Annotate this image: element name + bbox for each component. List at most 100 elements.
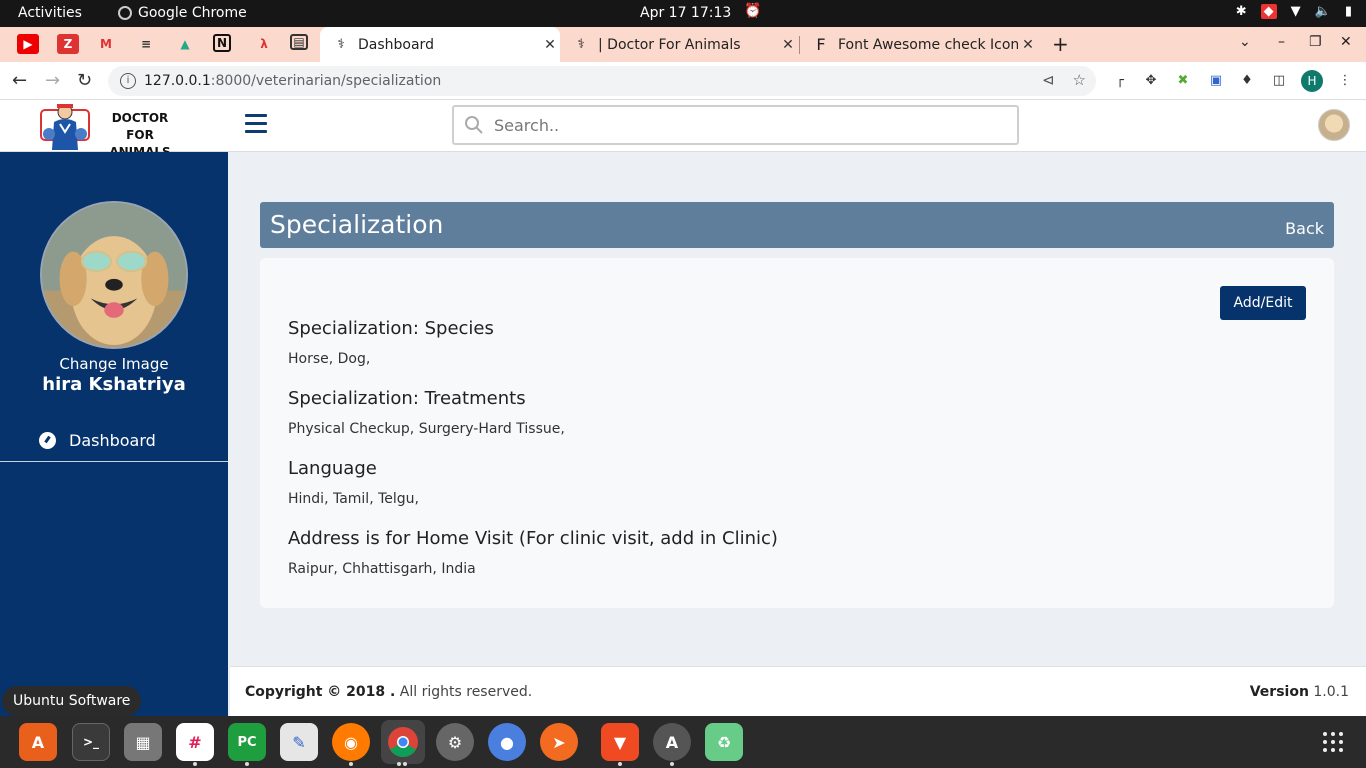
copyright-rest: All rights reserved.: [395, 684, 533, 700]
firefox-icon[interactable]: ◉: [332, 723, 370, 761]
alarm-icon: ⏰: [744, 3, 762, 19]
profile-avatar[interactable]: H: [1301, 70, 1323, 92]
extension-icon-3[interactable]: ▣: [1207, 71, 1225, 89]
reload-icon[interactable]: ↻: [77, 70, 92, 91]
close-tab-icon[interactable]: ✕: [778, 37, 798, 53]
pycharm-icon[interactable]: PC: [228, 723, 266, 761]
address-bar[interactable]: i 127.0.0.1:8000/veterinarian/specializa…: [108, 66, 1096, 96]
doctor-favicon-icon: ⚕: [577, 37, 585, 52]
show-applications-icon[interactable]: [1323, 732, 1343, 752]
gmail-pinned-icon[interactable]: M: [95, 34, 117, 54]
postman-icon[interactable]: ➤: [540, 723, 578, 761]
search-box: [452, 105, 1019, 145]
move-extension-icon[interactable]: ✥: [1142, 71, 1160, 89]
settings-gear-icon[interactable]: ⚙: [436, 723, 474, 761]
back-link[interactable]: Back: [1285, 219, 1324, 238]
site-header: DOCTOR FOR ANIMALS: [0, 100, 1366, 159]
forward-arrow-icon[interactable]: →: [45, 70, 60, 91]
drive-pinned-icon[interactable]: ▲: [174, 34, 196, 54]
close-window-button[interactable]: ✕: [1340, 34, 1352, 50]
site-info-icon[interactable]: i: [120, 73, 136, 89]
app-name: Google Chrome: [138, 5, 247, 21]
extensions-puzzle-icon[interactable]: ♦: [1238, 71, 1256, 89]
running-indicator: [670, 762, 674, 766]
back-arrow-icon[interactable]: ←: [12, 70, 27, 91]
specialization-card: Add/Edit Specialization: Species Horse, …: [260, 258, 1334, 608]
terminal-icon[interactable]: >_: [72, 723, 110, 761]
copyright-bold: Copyright © 2018 .: [245, 684, 396, 700]
sidebar-item-dashboard[interactable]: Dashboard: [0, 420, 228, 462]
pinned-tab-icon[interactable]: ≡: [135, 34, 157, 54]
extension-icon-1[interactable]: ┌: [1111, 71, 1129, 89]
sidebar-item-label: Dashboard: [69, 431, 156, 450]
doctor-favicon-icon: ⚕: [337, 37, 345, 52]
reader-pinned-icon[interactable]: ▤: [290, 34, 308, 50]
close-tab-icon[interactable]: ✕: [1018, 37, 1038, 53]
version-label: Version: [1249, 684, 1309, 700]
running-indicator: [193, 762, 197, 766]
tab-title: Font Awesome check Icon: [838, 36, 1018, 53]
brand-line-1: DOCTOR FOR: [111, 111, 169, 142]
tab-search-icon[interactable]: ⌄: [1239, 34, 1251, 50]
chrome-app-icon: [118, 6, 132, 20]
running-indicator: [349, 762, 353, 766]
user-avatar[interactable]: [1318, 109, 1350, 141]
extension-icon-2[interactable]: ✖: [1174, 71, 1192, 89]
ubuntu-software-icon[interactable]: A: [19, 723, 57, 761]
volume-icon[interactable]: 🔈: [1315, 4, 1331, 19]
bookmark-star-icon[interactable]: ☆: [1073, 71, 1086, 89]
minimize-button[interactable]: –: [1278, 34, 1285, 50]
species-heading: Specialization: Species: [288, 318, 494, 339]
user-name: hira Kshatriya: [42, 374, 186, 395]
close-tab-icon[interactable]: ✕: [540, 37, 560, 53]
tab-font-awesome[interactable]: F Font Awesome check Icon ✕: [800, 27, 1038, 62]
tab-doctor-for-animals[interactable]: ⚕ | Doctor For Animals ✕: [560, 27, 798, 62]
doctor-for-animals-logo[interactable]: [40, 102, 90, 150]
sidebar-toggle-icon[interactable]: [245, 114, 267, 134]
app-menu[interactable]: Google Chrome: [118, 5, 247, 21]
chrome-menu-icon[interactable]: ⋮: [1336, 71, 1354, 89]
chrome-icon[interactable]: [381, 720, 425, 764]
wifi-icon[interactable]: ▼: [1291, 4, 1301, 19]
tab-title: | Doctor For Animals: [598, 36, 741, 53]
new-tab-button[interactable]: +: [1052, 32, 1069, 56]
address-value: Raipur, Chhattisgarh, India: [288, 561, 476, 577]
side-panel-icon[interactable]: ◫: [1270, 71, 1288, 89]
system-tray[interactable]: ✱ ◆ ▼ 🔈 ▮: [1236, 4, 1352, 19]
font-awesome-favicon-icon: F: [816, 35, 826, 54]
remote-desktop-icon[interactable]: ●: [488, 723, 526, 761]
activities-button[interactable]: Activities: [18, 5, 82, 21]
add-edit-button[interactable]: Add/Edit: [1220, 286, 1306, 320]
chrome-logo-icon: [388, 727, 418, 758]
running-indicator: [618, 762, 622, 766]
trash-icon[interactable]: ♻: [705, 723, 743, 761]
version-value: 1.0.1: [1308, 684, 1349, 700]
change-image-link[interactable]: Change Image: [0, 355, 228, 373]
language-heading: Language: [288, 458, 377, 479]
page-header-bar: Specialization Back: [260, 202, 1334, 248]
anydesk-tray-icon[interactable]: ◆: [1260, 4, 1277, 19]
slack-tray-icon[interactable]: ✱: [1236, 4, 1247, 19]
page-title: Specialization: [270, 210, 444, 239]
web-page: DOCTOR FOR ANIMALS Change Image hir: [0, 100, 1366, 716]
language-value: Hindi, Tamil, Telgu,: [288, 491, 419, 507]
text-editor-icon[interactable]: ✎: [280, 723, 318, 761]
running-indicator: [245, 762, 249, 766]
tab-dashboard[interactable]: ⚕ Dashboard ✕: [320, 27, 560, 62]
brave-icon[interactable]: ▼: [601, 723, 639, 761]
search-icon: [465, 116, 483, 134]
search-input[interactable]: [494, 115, 994, 135]
share-icon[interactable]: ⊲: [1042, 71, 1055, 89]
pinned-tab-icon-2[interactable]: λ: [253, 34, 275, 54]
profile-photo[interactable]: [40, 201, 188, 349]
files-icon[interactable]: ▦: [124, 723, 162, 761]
software-updater-icon[interactable]: A: [653, 723, 691, 761]
running-indicator: [403, 762, 407, 766]
slack-icon[interactable]: #: [176, 723, 214, 761]
zotero-pinned-icon[interactable]: Z: [57, 34, 79, 54]
clock[interactable]: Apr 17 17:13: [640, 5, 731, 21]
restore-button[interactable]: ❐: [1309, 34, 1322, 50]
youtube-pinned-icon[interactable]: ▶: [17, 34, 39, 54]
notion-pinned-icon[interactable]: N: [213, 34, 231, 52]
battery-icon[interactable]: ▮: [1345, 4, 1352, 19]
